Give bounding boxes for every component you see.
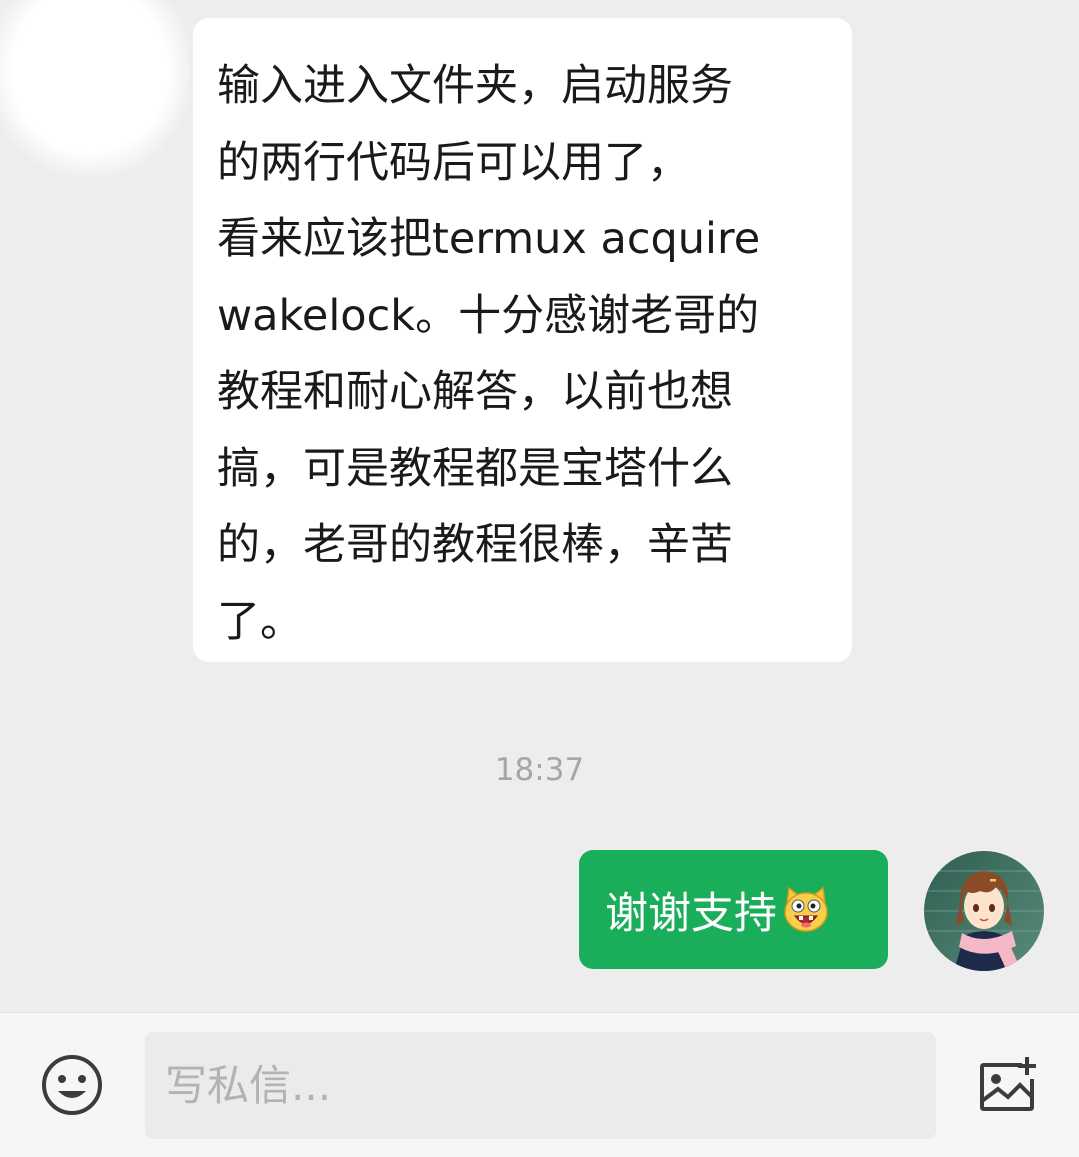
message-timestamp: 18:37 [494,752,585,788]
incoming-message-bubble[interactable]: 输入进入文件夹，启动服务 的两行代码后可以用了， 看来应该把termux acq… [193,18,852,662]
grinning-cat-emoji-icon [781,885,831,935]
private-message-input[interactable] [145,1032,936,1139]
smiley-face-icon[interactable] [40,1053,104,1117]
incoming-message-text: 输入进入文件夹，启动服务 的两行代码后可以用了， 看来应该把termux acq… [217,61,761,647]
my-avatar[interactable] [924,851,1044,971]
outgoing-message-bubble[interactable]: 谢谢支持 [579,850,888,969]
message-composer-bar [0,1012,1079,1157]
add-image-icon[interactable] [978,1055,1038,1115]
sender-avatar-obscured[interactable] [0,0,190,175]
outgoing-message-text: 谢谢支持 [605,888,777,939]
chat-area[interactable]: 输入进入文件夹，启动服务 的两行代码后可以用了， 看来应该把termux acq… [0,0,1079,1012]
